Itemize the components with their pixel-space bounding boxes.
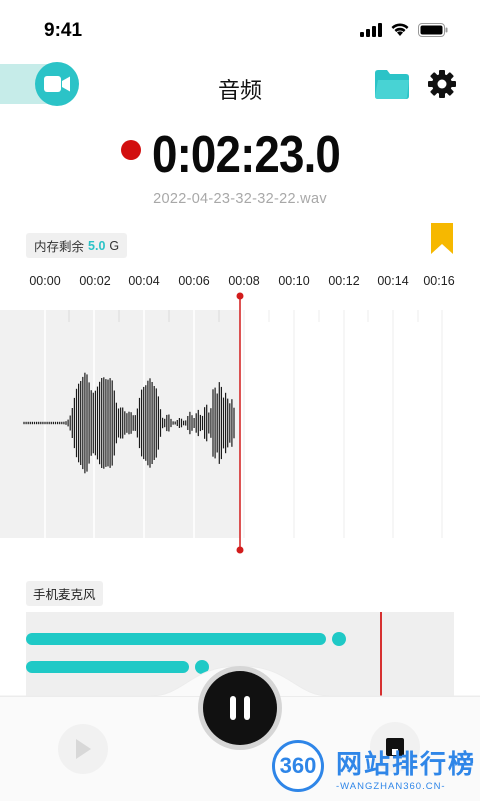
microphone-source[interactable]: 手机麦克风 — [26, 581, 103, 606]
recording-filename: 2022-04-23-32-32-22.wav — [153, 191, 327, 207]
playhead[interactable] — [232, 290, 248, 558]
recording-indicator — [121, 140, 141, 160]
future-region — [240, 310, 480, 538]
play-icon — [76, 739, 91, 759]
timeline-tick: 00:06 — [178, 274, 210, 288]
signal-icon — [360, 22, 382, 37]
timeline-tick: 00:16 — [423, 274, 455, 288]
battery-icon — [418, 22, 448, 37]
storage-label: 内存剩余 — [34, 240, 85, 254]
storage-unit: G — [109, 238, 120, 253]
recording-timer: 0:02:23.0 — [152, 126, 341, 184]
timeline-tick: 00:00 — [29, 274, 61, 288]
timeline-tick: 00:12 — [328, 274, 360, 288]
level-bar-left — [26, 633, 326, 645]
video-mode-button[interactable] — [35, 62, 79, 106]
wifi-icon — [391, 23, 409, 36]
bookmark-icon[interactable] — [429, 223, 455, 255]
pause-button[interactable] — [203, 671, 277, 745]
play-button[interactable] — [58, 724, 108, 774]
status-time: 9:41 — [44, 20, 83, 41]
watermark-subtext: -WANGZHAN360.CN- — [336, 781, 446, 792]
timeline-tick: 00:10 — [278, 274, 310, 288]
video-camera-icon — [44, 76, 70, 92]
storage-remaining: 内存剩余 5.0 G — [26, 233, 128, 258]
folder-icon[interactable] — [374, 68, 410, 100]
timeline-tick: 00:02 — [79, 274, 111, 288]
status-icons — [360, 22, 448, 37]
gear-icon[interactable] — [427, 69, 457, 99]
watermark-text: 网站排行榜 — [336, 750, 477, 780]
timeline-tick: 00:08 — [228, 274, 260, 288]
level-peak-left — [332, 632, 346, 646]
pause-icon — [230, 696, 250, 720]
timeline-tick: 00:14 — [377, 274, 409, 288]
watermark-logo: 360 — [272, 740, 324, 792]
timeline-tick: 00:04 — [128, 274, 160, 288]
storage-value: 5.0 — [88, 238, 106, 253]
